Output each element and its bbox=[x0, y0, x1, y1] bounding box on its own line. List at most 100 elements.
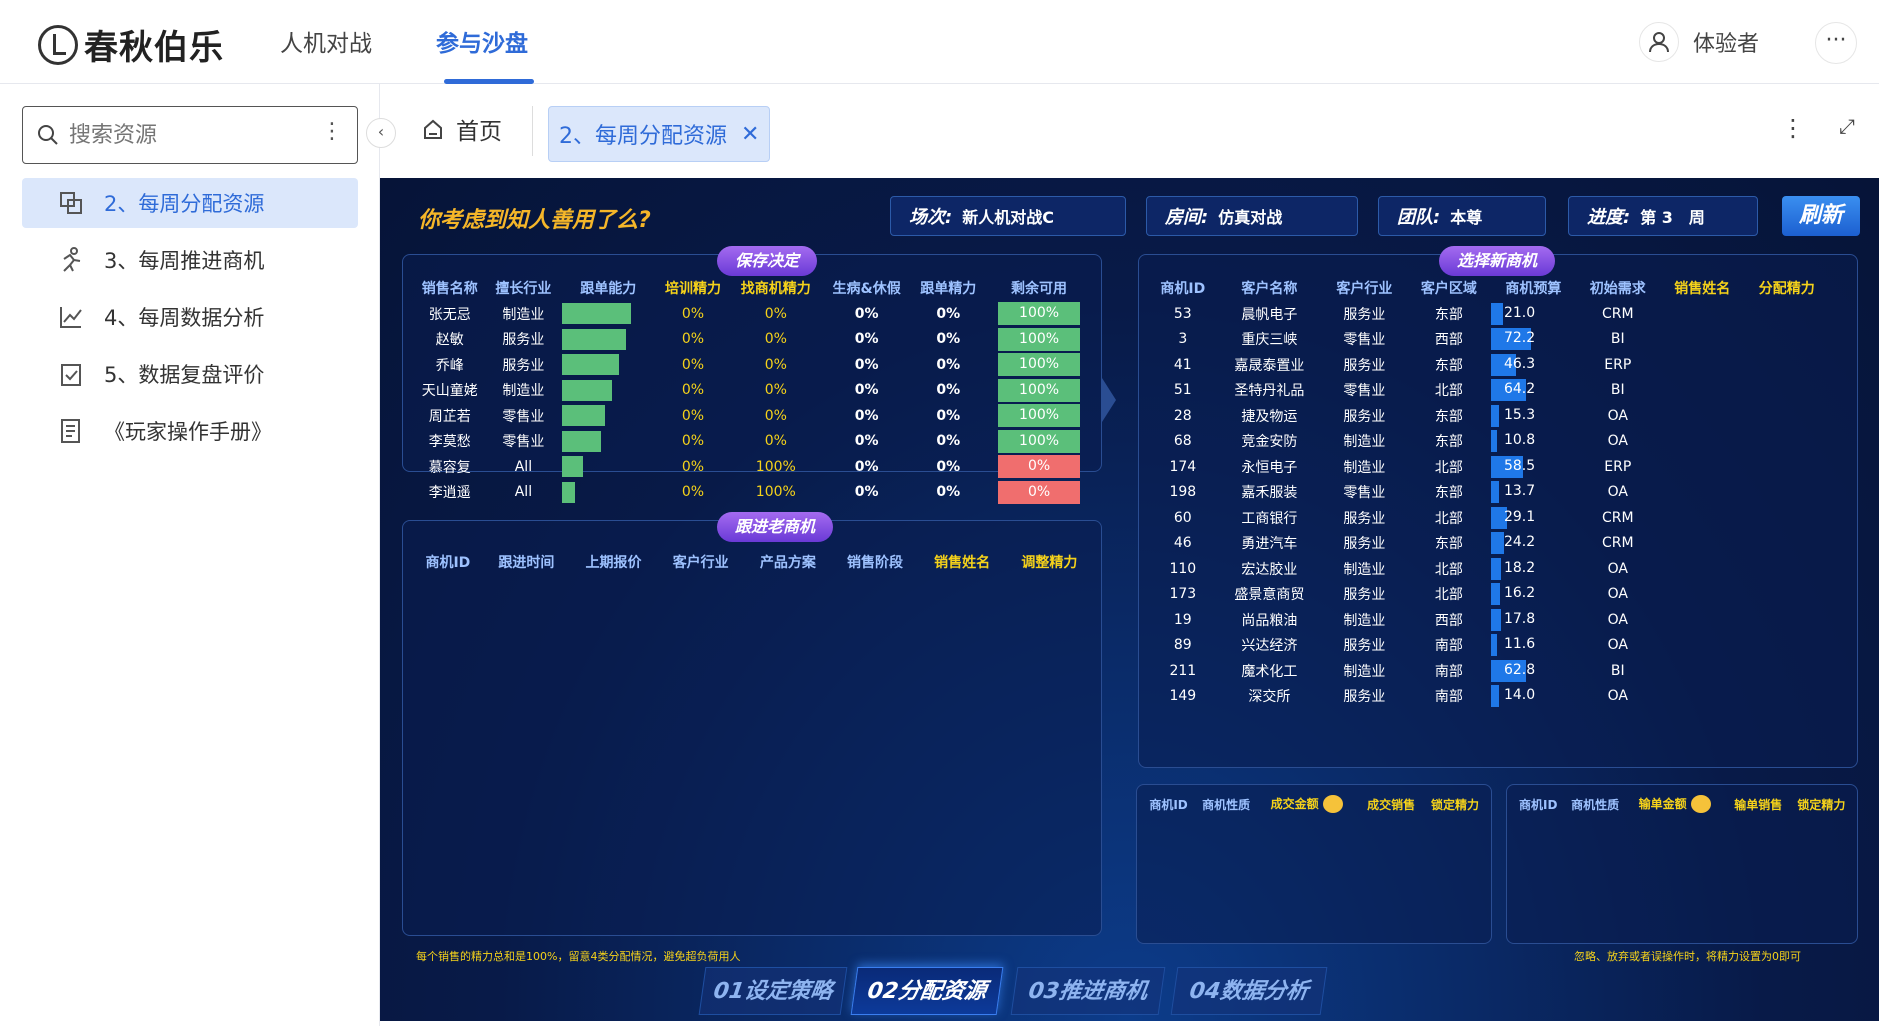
step-analysis[interactable]: 04数据分析 bbox=[1170, 967, 1328, 1015]
opp-effort[interactable] bbox=[1744, 582, 1829, 608]
search-input[interactable] bbox=[69, 122, 299, 148]
sidebar-item-manual[interactable]: 《玩家操作手册》 bbox=[22, 406, 358, 456]
opp-sales-name[interactable] bbox=[1660, 378, 1744, 404]
opp-effort[interactable] bbox=[1744, 505, 1829, 531]
table-row[interactable]: 89 兴达经济 服务业 南部 11.6 OA bbox=[1149, 633, 1829, 659]
opp-effort[interactable] bbox=[1744, 556, 1829, 582]
search-options-icon[interactable]: ⋮ bbox=[321, 119, 343, 144]
opp-effort[interactable] bbox=[1744, 301, 1829, 327]
train-effort[interactable]: 0% bbox=[656, 480, 730, 506]
train-effort[interactable]: 0% bbox=[656, 429, 730, 455]
table-row[interactable]: 173 盛景意商贸 服务业 北部 16.2 OA bbox=[1149, 582, 1829, 608]
opp-effort[interactable] bbox=[1744, 429, 1829, 455]
table-row[interactable]: 174 永恒电子 制造业 北部 58.5 ERP bbox=[1149, 454, 1829, 480]
opp-effort[interactable] bbox=[1744, 684, 1829, 710]
opp-sales-name[interactable] bbox=[1660, 327, 1744, 353]
save-decision-button[interactable]: 保存决定 bbox=[717, 246, 818, 276]
opp-sales-name[interactable] bbox=[1660, 556, 1744, 582]
opp-budget-cell: 29.1 bbox=[1491, 505, 1575, 531]
find-effort[interactable]: 0% bbox=[730, 378, 822, 404]
table-row[interactable]: 3 重庆三峡 零售业 西部 72.2 BI bbox=[1149, 327, 1829, 353]
opp-industry: 制造业 bbox=[1343, 561, 1386, 578]
tab-home[interactable]: 首页 bbox=[422, 104, 502, 154]
table-row[interactable]: 60 工商银行 服务业 北部 29.1 CRM bbox=[1149, 505, 1829, 531]
opp-sales-name[interactable] bbox=[1660, 658, 1744, 684]
table-row[interactable]: 211 魔术化工 制造业 南部 62.8 BI bbox=[1149, 658, 1829, 684]
collapse-sidebar-button[interactable]: ‹ bbox=[366, 118, 396, 148]
opp-budget-cell: 11.6 bbox=[1491, 633, 1575, 659]
train-effort[interactable]: 0% bbox=[656, 454, 730, 480]
table-row[interactable]: 53 晨帆电子 服务业 东部 21.0 CRM bbox=[1149, 301, 1829, 327]
opp-effort[interactable] bbox=[1744, 633, 1829, 659]
opp-effort[interactable] bbox=[1744, 454, 1829, 480]
logo[interactable]: 春秋伯乐 bbox=[38, 20, 224, 69]
opp-sales-name[interactable] bbox=[1660, 480, 1744, 506]
close-icon[interactable]: ✕ bbox=[741, 122, 759, 147]
step-strategy[interactable]: 01设定策略 bbox=[698, 967, 848, 1015]
train-effort[interactable]: 0% bbox=[656, 378, 730, 404]
opp-sales-name[interactable] bbox=[1660, 531, 1744, 557]
opp-effort[interactable] bbox=[1744, 352, 1829, 378]
find-effort[interactable]: 100% bbox=[730, 480, 822, 506]
opp-effort[interactable] bbox=[1744, 658, 1829, 684]
col-header: 剩余可用 bbox=[1011, 281, 1068, 297]
table-row[interactable]: 68 竞金安防 制造业 东部 10.8 OA bbox=[1149, 429, 1829, 455]
find-effort[interactable]: 100% bbox=[730, 454, 822, 480]
train-effort[interactable]: 0% bbox=[656, 301, 730, 327]
opp-effort[interactable] bbox=[1744, 327, 1829, 353]
sidebar-item-analysis[interactable]: 4、每周数据分析 bbox=[22, 292, 358, 342]
table-row[interactable]: 19 尚品粮油 制造业 西部 17.8 OA bbox=[1149, 607, 1829, 633]
step-allocate[interactable]: 02分配资源 bbox=[850, 967, 1004, 1015]
find-effort[interactable]: 0% bbox=[730, 429, 822, 455]
budget-bar-wrap: 10.8 bbox=[1491, 430, 1535, 453]
find-effort[interactable]: 0% bbox=[730, 352, 822, 378]
tab-allocate[interactable]: 2、每周分配资源 ✕ bbox=[548, 106, 771, 162]
opp-sales-name[interactable] bbox=[1660, 429, 1744, 455]
more-icon[interactable]: ··· bbox=[1815, 22, 1857, 64]
opp-sales-name[interactable] bbox=[1660, 301, 1744, 327]
opp-effort[interactable] bbox=[1744, 378, 1829, 404]
nav-item-human-machine[interactable]: 人机对战 bbox=[280, 0, 372, 84]
opp-sales-name[interactable] bbox=[1660, 505, 1744, 531]
opp-need: OA bbox=[1607, 637, 1628, 654]
table-row: 李莫愁 零售业 0% 0% 0% 0% 100% bbox=[413, 429, 1093, 455]
tab-more-icon[interactable]: ⋮ bbox=[1781, 114, 1805, 142]
train-effort[interactable]: 0% bbox=[656, 327, 730, 353]
opp-sales-name[interactable] bbox=[1660, 633, 1744, 659]
train-effort[interactable]: 0% bbox=[656, 403, 730, 429]
opp-sales-name[interactable] bbox=[1660, 454, 1744, 480]
refresh-button[interactable]: 刷新 bbox=[1782, 196, 1860, 236]
opp-sales-name[interactable] bbox=[1660, 403, 1744, 429]
opp-effort[interactable] bbox=[1744, 531, 1829, 557]
find-effort[interactable]: 0% bbox=[730, 301, 822, 327]
opp-sales-name[interactable] bbox=[1660, 684, 1744, 710]
find-effort[interactable]: 0% bbox=[730, 403, 822, 429]
opp-effort[interactable] bbox=[1744, 480, 1829, 506]
nav-item-sandbox[interactable]: 参与沙盘 bbox=[436, 0, 534, 84]
sidebar-item-review[interactable]: 5、数据复盘评价 bbox=[22, 349, 358, 399]
opp-industry: 服务业 bbox=[1343, 408, 1386, 425]
table-row[interactable]: 149 深交所 服务业 南部 14.0 OA bbox=[1149, 684, 1829, 710]
opp-effort[interactable] bbox=[1744, 607, 1829, 633]
table-row[interactable]: 28 捷及物运 服务业 东部 15.3 OA bbox=[1149, 403, 1829, 429]
sidebar-item-allocate[interactable]: 2、每周分配资源 bbox=[22, 178, 358, 228]
sidebar-item-advance[interactable]: 3、每周推进商机 bbox=[22, 235, 358, 285]
opp-effort[interactable] bbox=[1744, 403, 1829, 429]
table-row[interactable]: 51 圣特丹礼品 零售业 北部 64.2 BI bbox=[1149, 378, 1829, 404]
home-icon bbox=[424, 119, 442, 139]
table-row[interactable]: 110 宏达胶业 制造业 北部 18.2 OA bbox=[1149, 556, 1829, 582]
budget-bar-wrap: 13.7 bbox=[1491, 481, 1535, 504]
opp-sales-name[interactable] bbox=[1660, 352, 1744, 378]
find-effort[interactable]: 0% bbox=[730, 327, 822, 353]
opp-region: 南部 bbox=[1434, 638, 1463, 655]
table-row[interactable]: 41 嘉晟泰置业 服务业 东部 46.3 ERP bbox=[1149, 352, 1829, 378]
table-row[interactable]: 198 嘉禾服装 零售业 东部 13.7 OA bbox=[1149, 480, 1829, 506]
opp-sales-name[interactable] bbox=[1660, 607, 1744, 633]
opp-sales-name[interactable] bbox=[1660, 582, 1744, 608]
table-row[interactable]: 46 勇进汽车 服务业 东部 24.2 CRM bbox=[1149, 531, 1829, 557]
step-advance[interactable]: 03推进商机 bbox=[1010, 967, 1166, 1015]
train-effort[interactable]: 0% bbox=[656, 352, 730, 378]
user-menu[interactable]: 体验者 bbox=[1638, 22, 1759, 62]
opp-industry: 服务业 bbox=[1343, 638, 1386, 655]
fullscreen-icon[interactable]: ⤢ bbox=[1839, 114, 1855, 138]
